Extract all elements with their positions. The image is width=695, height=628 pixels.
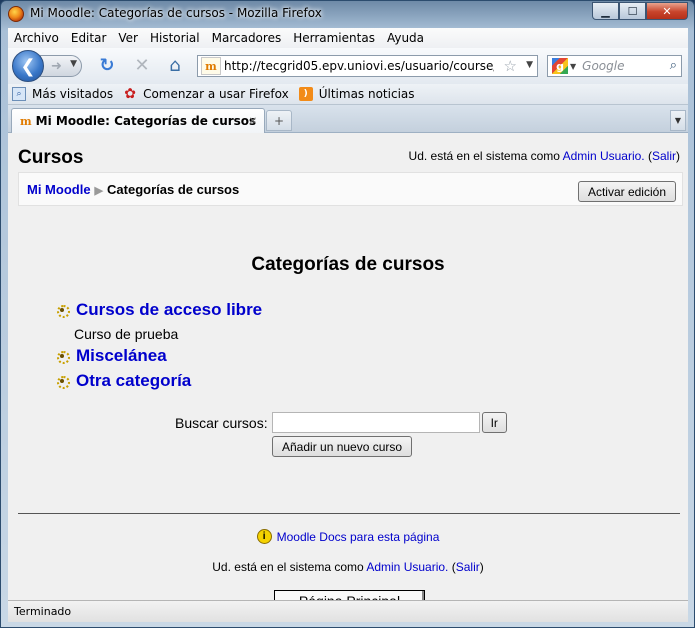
breadcrumb-current: Categorías de cursos — [107, 182, 240, 197]
title-bar[interactable]: Mi Moodle: Categorías de cursos - Mozill… — [1, 1, 694, 27]
window-title: Mi Moodle: Categorías de cursos - Mozill… — [30, 6, 322, 20]
rss-feed-icon: ) — [298, 87, 313, 101]
user-link[interactable]: Admin Usuario. — [563, 149, 645, 163]
footer-login-info: Ud. está en el sistema como Admin Usuari… — [212, 560, 484, 574]
home-page-button[interactable]: Página Principal — [274, 590, 425, 600]
login-info: Ud. está en el sistema como Admin Usuari… — [408, 149, 680, 163]
back-button[interactable]: ❮ — [12, 50, 44, 82]
category-item: Otra categoría — [54, 371, 191, 391]
course-link[interactable]: Curso de prueba — [74, 326, 178, 342]
page-content: Cursos Ud. está en el sistema como Admin… — [8, 134, 688, 600]
forward-button[interactable]: ➜ ▼ — [40, 55, 82, 77]
bookmark-label: Más visitados — [32, 87, 114, 101]
search-go-button[interactable]: Ir — [481, 412, 507, 433]
info-icon: i — [256, 529, 272, 544]
firefox-bookmark-icon: ✿ — [124, 86, 136, 102]
breadcrumb: Mi Moodle ▶ Categorías de cursos — [27, 182, 239, 197]
moodle-docs-link[interactable]: Moodle Docs para esta página — [277, 530, 440, 544]
course-search-form: Buscar cursos: Ir — [175, 412, 507, 433]
stop-icon[interactable]: ✕ — [131, 54, 153, 76]
menu-bar: Archivo Editar Ver Historial Marcadores … — [8, 28, 688, 48]
menu-marcadores[interactable]: Marcadores — [212, 31, 282, 45]
url-dropdown-icon[interactable]: ▼ — [526, 60, 533, 70]
bookmark-ultimas-noticias[interactable]: ) Últimas noticias — [298, 87, 415, 101]
window-controls: ▁ ☐ ✕ — [592, 2, 688, 20]
menu-ayuda[interactable]: Ayuda — [387, 31, 424, 45]
reload-icon[interactable]: ↻ — [96, 54, 118, 76]
page-header: Cursos — [18, 147, 84, 168]
breadcrumb-home-link[interactable]: Mi Moodle — [27, 182, 91, 197]
tab-bar: m Mi Moodle: Categorías de cursos ✕ + ▼ — [8, 105, 688, 133]
search-bar[interactable]: g ▼ Google ⌕ — [547, 55, 682, 77]
google-engine-icon[interactable]: g — [552, 58, 568, 74]
smart-folder-icon: ⌕ — [12, 87, 26, 101]
maximize-button[interactable]: ☐ — [619, 2, 646, 20]
browser-window: Mi Moodle: Categorías de cursos - Mozill… — [0, 0, 695, 628]
moodle-docs: i Moodle Docs para esta página — [8, 529, 688, 544]
bookmarks-toolbar: ⌕ Más visitados ✿ Comenzar a usar Firefox … — [8, 84, 688, 105]
engine-dropdown-icon[interactable]: ▼ — [570, 62, 576, 71]
breadcrumb-separator-icon: ▶ — [94, 185, 104, 197]
search-courses-label: Buscar cursos: — [175, 414, 268, 431]
moodle-tab-favicon-icon: m — [20, 114, 32, 128]
back-forward-group: ➜ ▼ ❮ — [12, 50, 88, 82]
browser-client: Archivo Editar Ver Historial Marcadores … — [8, 28, 688, 622]
page-heading: Categorías de cursos — [251, 254, 445, 275]
home-icon[interactable]: ⌂ — [164, 54, 186, 76]
menu-editar[interactable]: Editar — [71, 31, 107, 45]
minimize-button[interactable]: ▁ — [592, 2, 619, 20]
category-link[interactable]: Miscelánea — [76, 346, 167, 366]
history-dropdown-icon[interactable]: ▼ — [70, 59, 77, 69]
category-link[interactable]: Otra categoría — [76, 371, 191, 391]
footer-logout-link[interactable]: Salir — [456, 560, 480, 574]
search-input[interactable]: Google — [582, 59, 624, 73]
login-prefix: Ud. está en el sistema como — [408, 149, 563, 163]
firefox-icon — [8, 6, 24, 22]
category-item: Miscelánea — [54, 346, 167, 366]
category-bullet-icon — [54, 373, 70, 389]
bookmark-label: Comenzar a usar Firefox — [143, 87, 289, 101]
turn-editing-on-button[interactable]: Activar edición — [577, 181, 676, 202]
address-input[interactable]: http://tecgrid05.epv.uniovi.es/usuario/c… — [224, 59, 494, 73]
navigation-toolbar: ➜ ▼ ❮ ↻ ✕ ⌂ m http://tecgrid05.epv.uniovi… — [8, 48, 688, 84]
breadcrumb-bar: Mi Moodle ▶ Categorías de cursos Activar e… — [18, 172, 683, 206]
category-bullet-icon — [54, 348, 70, 364]
menu-ver[interactable]: Ver — [118, 31, 138, 45]
footer-login-prefix: Ud. está en el sistema como — [212, 560, 367, 574]
status-bar: Terminado — [8, 600, 688, 622]
search-magnifier-icon[interactable]: ⌕ — [670, 58, 677, 73]
new-tab-button[interactable]: + — [266, 110, 292, 131]
logout-link[interactable]: Salir — [652, 149, 676, 163]
moodle-favicon-icon: m — [201, 57, 221, 75]
menu-historial[interactable]: Historial — [150, 31, 200, 45]
menu-archivo[interactable]: Archivo — [14, 31, 59, 45]
category-bullet-icon — [54, 302, 70, 318]
bookmark-star-icon[interactable]: ☆ — [504, 57, 517, 75]
footer-user-link[interactable]: Admin Usuario. — [366, 560, 448, 574]
search-courses-input[interactable] — [271, 412, 480, 433]
close-button[interactable]: ✕ — [646, 2, 688, 20]
tab-moodle[interactable]: m Mi Moodle: Categorías de cursos ✕ — [11, 108, 265, 133]
tab-close-icon[interactable]: ✕ — [246, 114, 260, 128]
menu-herramientas[interactable]: Herramientas — [293, 31, 375, 45]
bookmark-label: Últimas noticias — [318, 87, 415, 101]
bookmark-comenzar[interactable]: ✿ Comenzar a usar Firefox — [123, 86, 289, 102]
address-bar[interactable]: m http://tecgrid05.epv.uniovi.es/usuario… — [197, 55, 538, 77]
category-link[interactable]: Cursos de acceso libre — [76, 300, 262, 320]
add-new-course-button[interactable]: Añadir un nuevo curso — [272, 436, 413, 457]
footer-divider — [18, 513, 680, 514]
category-item: Cursos de acceso libre — [54, 300, 262, 320]
tab-title: Mi Moodle: Categorías de cursos — [35, 114, 257, 128]
bookmark-mas-visitados[interactable]: ⌕ Más visitados — [12, 87, 113, 101]
tab-list-button[interactable]: ▼ — [670, 110, 686, 131]
status-text: Terminado — [14, 605, 72, 618]
